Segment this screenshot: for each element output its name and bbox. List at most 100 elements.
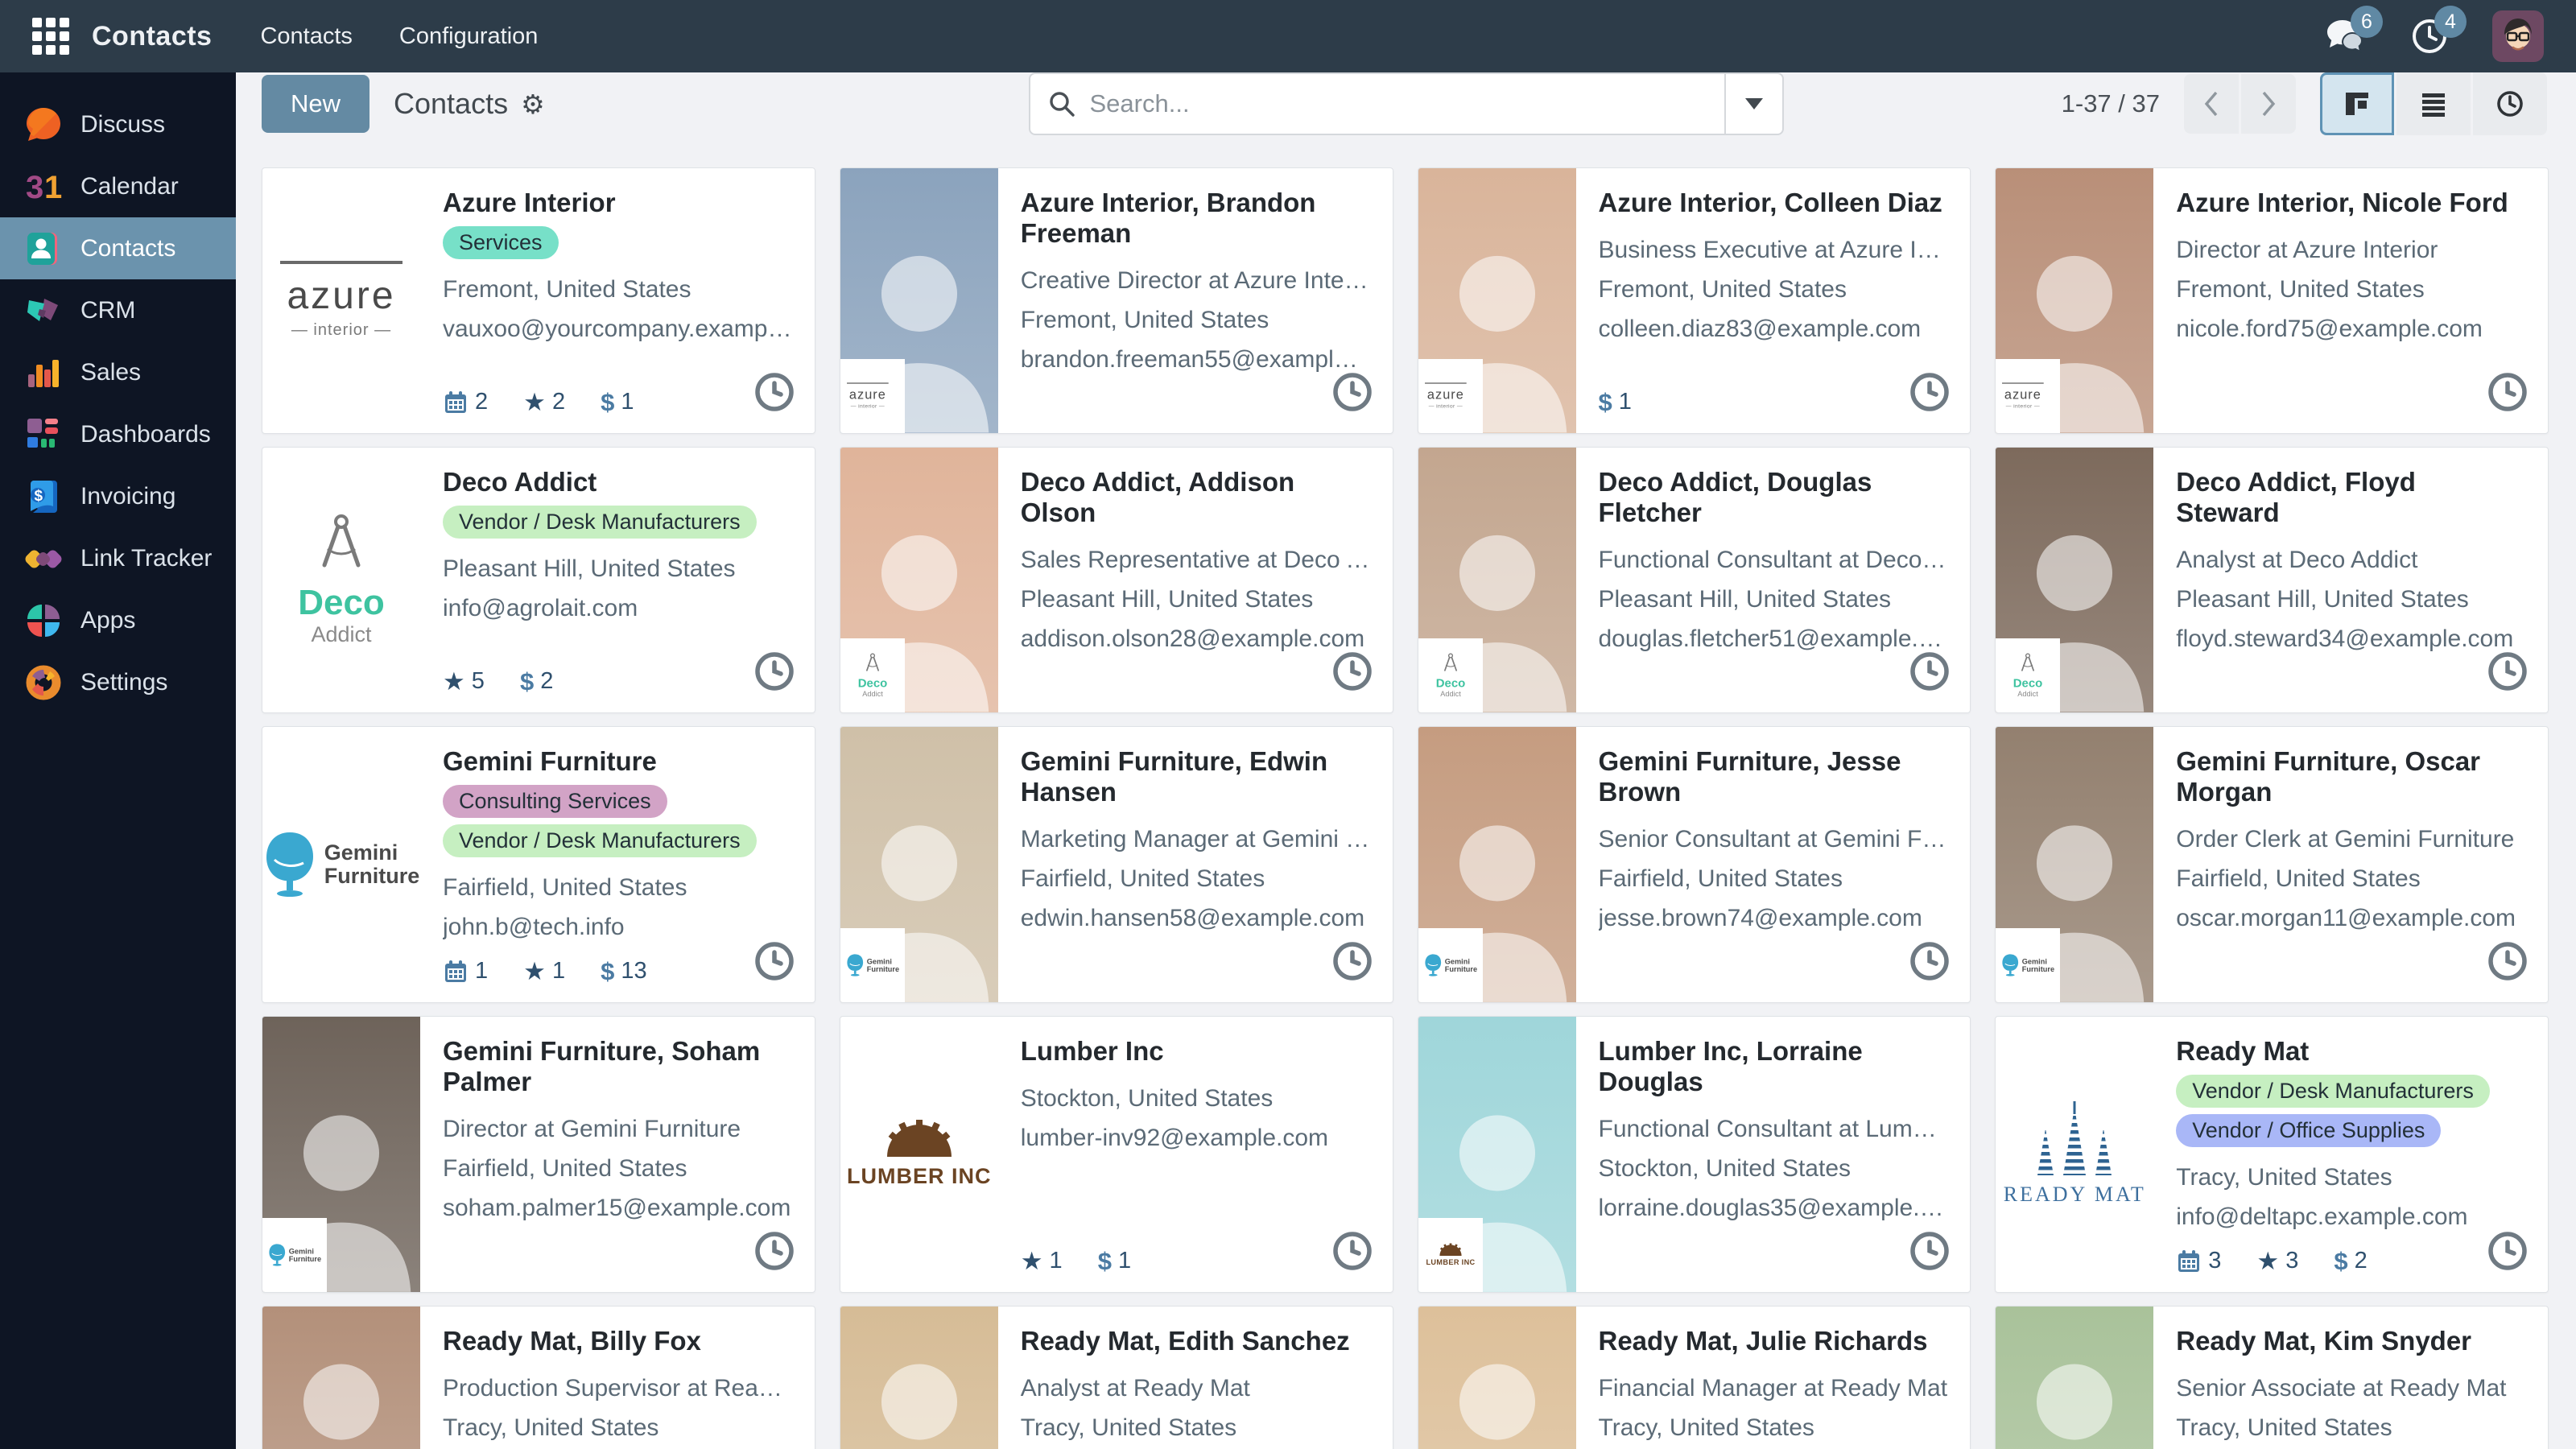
activities-icon[interactable]: 4: [2409, 15, 2450, 57]
schedule-activity-button[interactable]: [2487, 650, 2529, 696]
sales-count[interactable]: $1: [601, 388, 634, 417]
opportunities-count[interactable]: ★1: [1021, 1247, 1063, 1276]
search-input[interactable]: [1090, 89, 1724, 118]
contact-card[interactable]: LUMBER INCLumber Inc, Lorraine DouglasFu…: [1418, 1016, 1971, 1293]
contact-card[interactable]: READY MATReady Mat, Julie RichardsFinanc…: [1418, 1306, 1971, 1449]
schedule-activity-button[interactable]: [1331, 371, 1373, 417]
contact-email[interactable]: edwin.hansen58@example.com: [1021, 902, 1370, 934]
contact-location: Tracy, United States: [2176, 1412, 2525, 1443]
menu-contacts[interactable]: Contacts: [260, 23, 352, 50]
sales-count[interactable]: $2: [520, 667, 553, 696]
contact-card[interactable]: azure— interior —Azure Interior, Brandon…: [840, 167, 1393, 434]
schedule-activity-button[interactable]: [1909, 371, 1951, 417]
contact-card[interactable]: azure— interior —Azure Interior, Colleen…: [1418, 167, 1971, 434]
schedule-activity-button[interactable]: [1909, 1230, 1951, 1276]
contact-email[interactable]: john.b@tech.info: [443, 911, 792, 943]
meetings-count[interactable]: 3: [2176, 1248, 2221, 1274]
contact-card[interactable]: DecoAddictDeco Addict, Floyd StewardAnal…: [1995, 447, 2549, 713]
contact-email[interactable]: vauxoo@yourcompany.example.com: [443, 313, 792, 345]
search-dropdown-toggle[interactable]: [1724, 74, 1782, 134]
sidebar-item-calendar[interactable]: 31Calendar: [0, 155, 236, 217]
schedule-activity-button[interactable]: [753, 940, 795, 986]
sales-count[interactable]: $13: [601, 957, 647, 986]
schedule-activity-button[interactable]: [2487, 1230, 2529, 1276]
contact-card[interactable]: DecoAddictDeco Addict, Addison OlsonSale…: [840, 447, 1393, 713]
view-activity-button[interactable]: [2473, 72, 2547, 135]
pager-next-button[interactable]: [2241, 74, 2296, 134]
contact-card[interactable]: DecoAddictDeco Addict, Douglas FletcherF…: [1418, 447, 1971, 713]
opportunities-count[interactable]: ★1: [523, 957, 565, 986]
contact-email[interactable]: lorraine.douglas35@example.com: [1599, 1192, 1948, 1224]
contact-email[interactable]: brandon.freeman55@example.com: [1021, 344, 1370, 375]
meetings-count[interactable]: 2: [443, 389, 488, 415]
schedule-activity-button[interactable]: [1909, 940, 1951, 986]
meetings-count[interactable]: 1: [443, 958, 488, 985]
contact-email[interactable]: lumber-inv92@example.com: [1021, 1122, 1370, 1154]
sidebar-item-contacts[interactable]: Contacts: [0, 217, 236, 279]
pager-previous-button[interactable]: [2184, 74, 2239, 134]
sales-count[interactable]: $1: [1098, 1247, 1131, 1276]
current-app-title[interactable]: Contacts: [92, 21, 212, 52]
schedule-activity-button[interactable]: [1331, 940, 1373, 986]
view-kanban-button[interactable]: [2320, 72, 2394, 135]
contact-card[interactable]: azure— interior —Azure InteriorServicesF…: [262, 167, 815, 434]
sales-count[interactable]: $2: [2334, 1247, 2367, 1276]
contact-card[interactable]: READY MATReady MatVendor / Desk Manufact…: [1995, 1016, 2549, 1293]
contact-role: Analyst at Ready Mat: [1021, 1373, 1370, 1404]
contact-email[interactable]: jesse.brown74@example.com: [1599, 902, 1948, 934]
breadcrumb[interactable]: Contacts: [394, 87, 508, 121]
sidebar-item-apps[interactable]: Apps: [0, 589, 236, 651]
schedule-activity-button[interactable]: [753, 650, 795, 696]
opportunities-count[interactable]: ★5: [443, 667, 485, 696]
sidebar-item-sales[interactable]: Sales: [0, 341, 236, 403]
schedule-activity-button[interactable]: [1331, 650, 1373, 696]
schedule-activity-button[interactable]: [2487, 940, 2529, 986]
sidebar-item-discuss[interactable]: Discuss: [0, 93, 236, 155]
contact-role: Sales Representative at Deco Addict: [1021, 544, 1370, 576]
contact-card[interactable]: azure— interior —Azure Interior, Nicole …: [1995, 167, 2549, 434]
sidebar-item-invoicing[interactable]: $Invoicing: [0, 465, 236, 527]
sidebar-item-settings[interactable]: Settings: [0, 651, 236, 713]
sidebar-item-link-tracker[interactable]: Link Tracker: [0, 527, 236, 589]
contact-card[interactable]: READY MATReady Mat, Billy FoxProduction …: [262, 1306, 815, 1449]
contact-email[interactable]: soham.palmer15@example.com: [443, 1192, 792, 1224]
gear-icon[interactable]: ⚙: [521, 89, 545, 120]
avatar-image: [2492, 10, 2544, 62]
contact-card[interactable]: LUMBER INCLumber IncStockton, United Sta…: [840, 1016, 1393, 1293]
menu-configuration[interactable]: Configuration: [399, 23, 539, 50]
contact-card[interactable]: GeminiFurnitureGemini Furniture, Oscar M…: [1995, 726, 2549, 1003]
new-button[interactable]: New: [262, 75, 369, 133]
sidebar-item-crm[interactable]: CRM: [0, 279, 236, 341]
contact-card[interactable]: GeminiFurnitureGemini Furniture, Edwin H…: [840, 726, 1393, 1003]
contact-email[interactable]: colleen.diaz83@example.com: [1599, 313, 1948, 345]
contact-email[interactable]: floyd.steward34@example.com: [2176, 623, 2525, 654]
contact-card[interactable]: DecoAddictDeco AddictVendor / Desk Manuf…: [262, 447, 815, 713]
contact-name: Gemini Furniture, Edwin Hansen: [1021, 746, 1370, 807]
opportunities-count[interactable]: ★3: [2256, 1247, 2298, 1276]
sidebar-item-dashboards[interactable]: Dashboards: [0, 403, 236, 465]
contact-card[interactable]: READY MATReady Mat, Kim SnyderSenior Ass…: [1995, 1306, 2549, 1449]
messages-icon[interactable]: 6: [2325, 15, 2367, 57]
sidebar-item-label: Settings: [80, 669, 167, 696]
contact-card[interactable]: GeminiFurnitureGemini FurnitureConsultin…: [262, 726, 815, 1003]
schedule-activity-button[interactable]: [753, 371, 795, 417]
contact-email[interactable]: nicole.ford75@example.com: [2176, 313, 2525, 345]
schedule-activity-button[interactable]: [1909, 650, 1951, 696]
crm-icon: [24, 291, 63, 330]
contact-card[interactable]: READY MATReady Mat, Edith SanchezAnalyst…: [840, 1306, 1393, 1449]
opportunities-count[interactable]: ★2: [523, 388, 565, 417]
contact-card[interactable]: GeminiFurnitureGemini Furniture, Jesse B…: [1418, 726, 1971, 1003]
contact-email[interactable]: douglas.fletcher51@example.com: [1599, 623, 1948, 654]
sales-count[interactable]: $1: [1599, 388, 1632, 417]
schedule-activity-button[interactable]: [753, 1230, 795, 1276]
user-avatar[interactable]: [2492, 10, 2544, 62]
schedule-activity-button[interactable]: [2487, 371, 2529, 417]
view-list-button[interactable]: [2396, 72, 2471, 135]
contact-email[interactable]: info@agrolait.com: [443, 592, 792, 624]
contact-email[interactable]: oscar.morgan11@example.com: [2176, 902, 2525, 934]
apps-grid-icon[interactable]: [32, 18, 69, 55]
contact-email[interactable]: addison.olson28@example.com: [1021, 623, 1370, 654]
schedule-activity-button[interactable]: [1331, 1230, 1373, 1276]
contact-email[interactable]: info@deltapc.example.com: [2176, 1201, 2525, 1232]
contact-card[interactable]: GeminiFurnitureGemini Furniture, Soham P…: [262, 1016, 815, 1293]
